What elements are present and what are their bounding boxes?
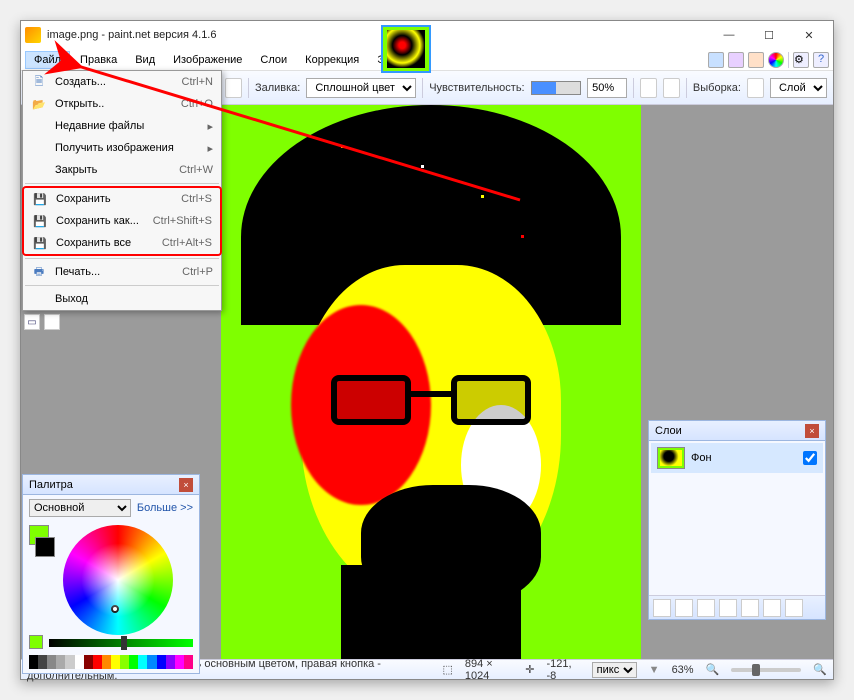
menu-item-close[interactable]: Закрыть Ctrl+W xyxy=(23,159,221,181)
close-button[interactable]: ✕ xyxy=(789,21,829,49)
tools-window-icon[interactable] xyxy=(708,52,724,68)
print-icon: 🖶 xyxy=(31,264,47,280)
layer-name: Фон xyxy=(691,452,797,464)
colors-window-icon[interactable] xyxy=(768,52,784,68)
palette-title: Палитра xyxy=(29,479,73,491)
settings-icon[interactable]: ⚙ xyxy=(793,52,809,68)
app-icon xyxy=(25,27,41,43)
menu-item-exit[interactable]: Выход xyxy=(23,288,221,310)
tool-icon[interactable] xyxy=(225,78,242,98)
menu-view[interactable]: Вид xyxy=(127,52,163,68)
file-menu-dropdown: 🗎 Создать... Ctrl+N 📂 Открыть.. Ctrl+O Н… xyxy=(22,70,222,311)
layer-up-icon[interactable] xyxy=(741,599,759,617)
layer-props-icon[interactable] xyxy=(785,599,803,617)
fill-select[interactable]: Сплошной цвет xyxy=(306,78,416,98)
window-title: image.png - paint.net версия 4.1.6 xyxy=(47,29,709,41)
saveall-icon: 💾 xyxy=(32,235,48,251)
tolerance-slider[interactable] xyxy=(531,81,582,95)
minimize-button[interactable]: — xyxy=(709,21,749,49)
help-icon[interactable]: ? xyxy=(813,52,829,68)
color-wheel[interactable] xyxy=(63,525,173,635)
shape-tool-icon[interactable]: ▭ xyxy=(24,314,40,330)
zoom-slider[interactable] xyxy=(731,668,801,672)
menu-item-open[interactable]: 📂 Открыть.. Ctrl+O xyxy=(23,93,221,115)
layer-thumbnail xyxy=(657,447,685,469)
maximize-button[interactable]: ☐ xyxy=(749,21,789,49)
layer-visible-checkbox[interactable] xyxy=(803,451,817,465)
status-dims: 894 × 1024 xyxy=(465,658,513,682)
layer-dup-icon[interactable] xyxy=(697,599,715,617)
menu-item-recent[interactable]: Недавние файлы ▸ xyxy=(23,115,221,137)
palette-more-link[interactable]: Больше >> xyxy=(137,502,193,514)
saveas-icon: 💾 xyxy=(32,213,48,229)
tool-icon[interactable] xyxy=(640,78,657,98)
slider-swatch xyxy=(29,635,43,649)
palette-close-icon[interactable]: × xyxy=(179,478,193,492)
menu-item-saveall[interactable]: 💾 Сохранить все Ctrl+Alt+S xyxy=(24,232,220,254)
unit-select[interactable]: пикс xyxy=(592,662,637,678)
portrait-image xyxy=(221,105,641,659)
menu-correction[interactable]: Коррекция xyxy=(297,52,367,68)
layer-row[interactable]: Фон xyxy=(651,443,823,473)
menu-image[interactable]: Изображение xyxy=(165,52,250,68)
menu-item-save[interactable]: 💾 Сохранить Ctrl+S xyxy=(24,188,220,210)
open-icon: 📂 xyxy=(31,96,47,112)
palette-mode-select[interactable]: Основной xyxy=(29,499,131,517)
menu-item-saveas[interactable]: 💾 Сохранить как... Ctrl+Shift+S xyxy=(24,210,220,232)
selection-select[interactable]: Слой xyxy=(770,78,827,98)
layers-close-icon[interactable]: × xyxy=(805,424,819,438)
layer-delete-icon[interactable] xyxy=(675,599,693,617)
status-pos: -121, -8 xyxy=(547,658,580,682)
save-group-highlight: 💾 Сохранить Ctrl+S 💾 Сохранить как... Ct… xyxy=(22,186,222,256)
zoom-in-icon[interactable]: 🔍 xyxy=(813,663,827,676)
menu-file[interactable]: Файл xyxy=(25,51,70,69)
thumbnail-image xyxy=(387,30,425,68)
tool-icon[interactable] xyxy=(663,78,680,98)
selection-label: Выборка: xyxy=(693,82,741,94)
color-strip[interactable] xyxy=(29,655,193,669)
tool-icon[interactable] xyxy=(44,314,60,330)
layer-add-icon[interactable] xyxy=(653,599,671,617)
document-thumbnail[interactable] xyxy=(381,25,431,73)
tolerance-input[interactable] xyxy=(587,78,627,98)
secondary-swatch[interactable] xyxy=(35,537,55,557)
save-icon: 💾 xyxy=(32,191,48,207)
layers-panel: Слои × Фон xyxy=(648,420,826,620)
menu-edit[interactable]: Правка xyxy=(72,52,125,68)
selection-mode-icon[interactable] xyxy=(747,78,764,98)
status-zoom: 63% xyxy=(672,664,694,676)
history-window-icon[interactable] xyxy=(728,52,744,68)
zoom-out-icon[interactable]: 🔍 xyxy=(706,663,720,676)
canvas[interactable] xyxy=(221,105,641,659)
menu-item-print[interactable]: 🖶 Печать... Ctrl+P xyxy=(23,261,221,283)
layer-merge-icon[interactable] xyxy=(719,599,737,617)
fill-label: Заливка: xyxy=(255,82,300,94)
menu-layers[interactable]: Слои xyxy=(252,52,295,68)
menu-item-acquire[interactable]: Получить изображения ▸ xyxy=(23,137,221,159)
menu-item-new[interactable]: 🗎 Создать... Ctrl+N xyxy=(23,71,221,93)
layers-title: Слои xyxy=(655,425,682,437)
layer-down-icon[interactable] xyxy=(763,599,781,617)
tolerance-label: Чувствительность: xyxy=(429,82,524,94)
palette-panel: Палитра × Основной Больше >> xyxy=(22,474,200,674)
value-slider[interactable] xyxy=(49,639,193,647)
layers-window-icon[interactable] xyxy=(748,52,764,68)
new-icon: 🗎 xyxy=(31,74,47,90)
